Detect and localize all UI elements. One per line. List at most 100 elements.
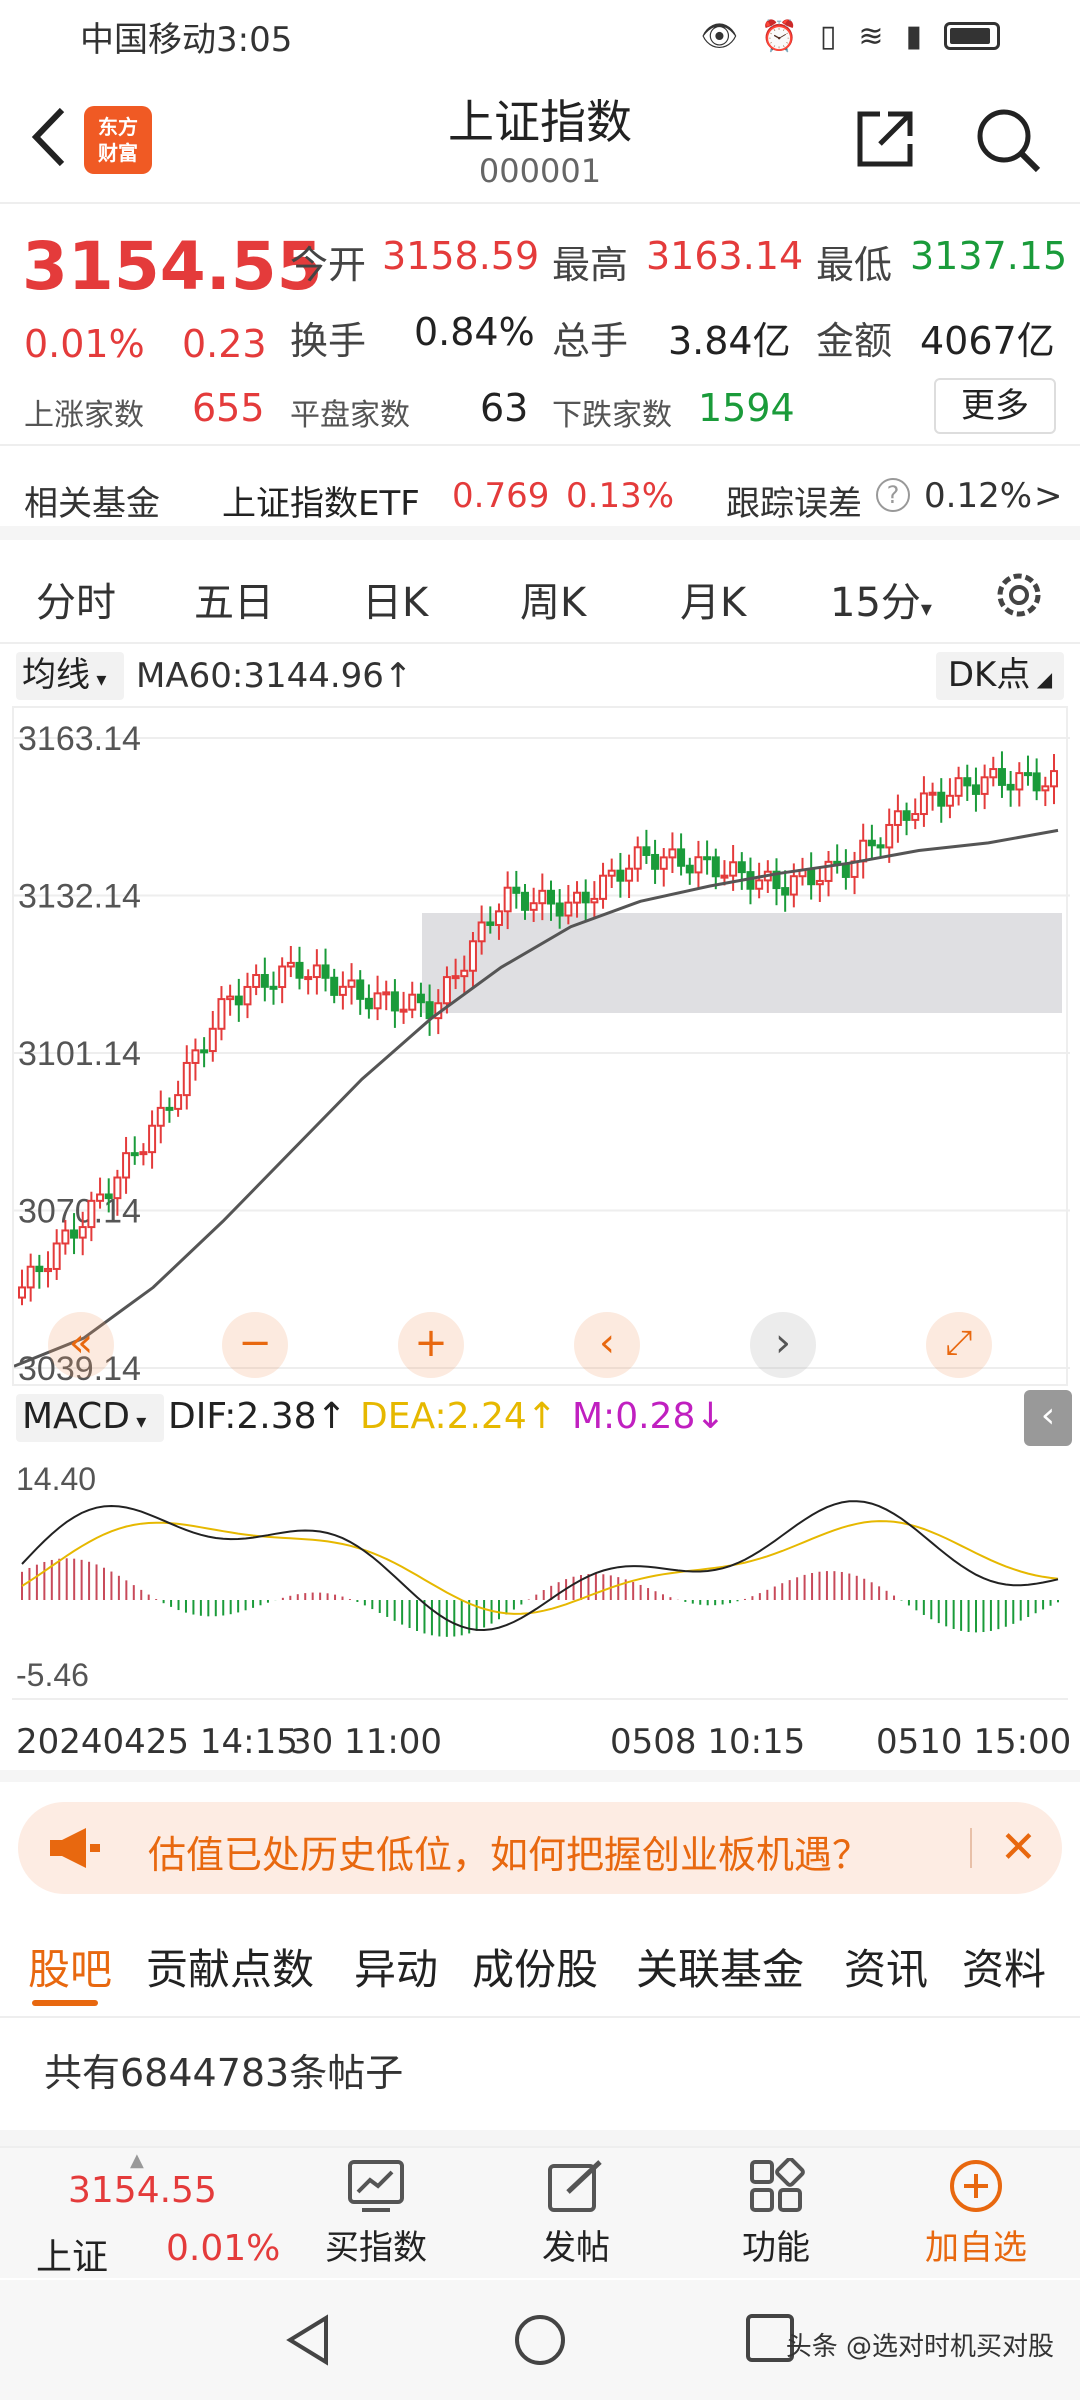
- wifi-icon: ≋: [858, 18, 884, 54]
- caret-down-icon: ▾: [129, 1409, 147, 1433]
- change-value: 0.23: [182, 322, 267, 366]
- tracking-error-label: 跟踪误差: [726, 484, 862, 524]
- y-tick-label: 3132.14: [18, 878, 141, 916]
- candle-body: [954, 777, 963, 797]
- dea-line: [21, 1520, 1059, 1615]
- candle-body: [390, 991, 399, 1012]
- buy-index-label: 买指数: [325, 2228, 427, 2268]
- vibrate-icon: ▯: [819, 18, 837, 54]
- candle-body: [347, 979, 356, 988]
- tab-monthly-k[interactable]: 月K: [680, 570, 746, 628]
- share-icon[interactable]: [852, 106, 918, 172]
- tab-news[interactable]: 资讯: [844, 1936, 928, 1997]
- macd-chart[interactable]: 14.40 -5.46: [12, 1450, 1068, 1700]
- collapse-panel-button[interactable]: ‹: [1024, 1390, 1072, 1446]
- plus-circle-icon: [950, 2160, 1002, 2212]
- tab-movement[interactable]: 异动: [354, 1936, 438, 1997]
- candle-body: [581, 891, 590, 904]
- fullscreen-button[interactable]: ⤢: [926, 1312, 992, 1378]
- tab-guba[interactable]: 股吧: [28, 1936, 112, 1997]
- functions-button[interactable]: 功能: [696, 2158, 856, 2269]
- candle-body: [633, 846, 642, 870]
- candle-body: [148, 1124, 157, 1154]
- tab-profile[interactable]: 资料: [962, 1936, 1046, 1997]
- zoom-out-button[interactable]: −: [222, 1312, 288, 1378]
- candle-body: [295, 961, 304, 979]
- status-carrier-time: 中国移动3:05: [80, 19, 293, 60]
- candle-body: [70, 1229, 79, 1239]
- grid-icon: [750, 2158, 805, 2212]
- candle-body: [720, 874, 729, 879]
- candle-body: [208, 1027, 217, 1053]
- rewind-button[interactable]: «: [48, 1312, 114, 1378]
- close-icon[interactable]: ✕: [1000, 1822, 1037, 1873]
- back-triangle-icon[interactable]: [282, 2312, 334, 2368]
- candle-body: [885, 823, 894, 849]
- tab-contribution[interactable]: 贡献点数: [146, 1936, 314, 1997]
- buy-index-button[interactable]: 买指数: [296, 2158, 456, 2269]
- candle-body: [711, 856, 720, 878]
- gear-icon[interactable]: [990, 566, 1048, 624]
- candle-body: [78, 1226, 87, 1239]
- open-value: 3158.59: [382, 234, 540, 278]
- caret-down-icon: ▾: [920, 597, 932, 622]
- candle-body: [130, 1152, 139, 1157]
- bottom-price: 3154.55: [68, 2170, 217, 2211]
- search-icon[interactable]: [972, 104, 1044, 176]
- low-label: 最低: [816, 243, 893, 287]
- candle-body: [468, 940, 477, 972]
- fund-price: 0.769: [452, 476, 550, 516]
- ma60-readout: MA60:3144.96↑: [136, 656, 413, 696]
- tab-five-day[interactable]: 五日: [194, 570, 274, 628]
- functions-label: 功能: [742, 2228, 810, 2268]
- open-label: 今开: [290, 243, 367, 287]
- related-fund-row[interactable]: 相关基金 上证指数ETF 0.769 0.13% 跟踪误差 ? 0.12% >: [0, 448, 1080, 540]
- tab-related-funds[interactable]: 关联基金: [636, 1936, 804, 1997]
- candle-body: [494, 910, 503, 926]
- candle-body: [555, 902, 564, 917]
- section-tabs: 股吧 贡献点数 异动 成份股 关联基金 资讯 资料: [0, 1908, 1080, 2018]
- candle-body: [416, 993, 425, 1004]
- candle-body: [963, 777, 972, 787]
- candle-body: [599, 874, 608, 900]
- indicator-select[interactable]: MACD ▾: [16, 1394, 164, 1442]
- signal-icon: ▮: [905, 18, 922, 54]
- flat-count-value: 63: [480, 386, 529, 430]
- tab-15min[interactable]: 15分▾: [830, 570, 932, 628]
- promo-banner[interactable]: 估值已处历史低位，如何把握创业板机遇？ ✕: [18, 1802, 1062, 1894]
- alarm-icon: ⏰: [760, 18, 798, 54]
- more-button[interactable]: 更多: [934, 378, 1056, 434]
- candle-body: [139, 1151, 148, 1156]
- candle-body: [278, 965, 287, 989]
- candle-body: [260, 974, 269, 988]
- tab-intraday[interactable]: 分时: [36, 570, 116, 628]
- ma-select[interactable]: 均线 ▾: [16, 652, 124, 700]
- amount-value: 4067亿: [920, 319, 1055, 363]
- post-button[interactable]: 发帖: [496, 2158, 656, 2269]
- candle-body: [1006, 783, 1015, 791]
- zoom-in-button[interactable]: +: [398, 1312, 464, 1378]
- add-watchlist-button[interactable]: 加自选: [896, 2158, 1056, 2269]
- kline-chart[interactable]: 3163.14 3132.14 3101.14 3070.14 3039.14 « − …: [12, 706, 1070, 1388]
- fund-label: 相关基金: [24, 484, 160, 524]
- candle-body: [607, 869, 616, 877]
- candle-body: [590, 897, 599, 904]
- volume-value: 3.84亿: [668, 319, 791, 363]
- kline-svg[interactable]: 3163.143132.143101.143070.143039.14: [14, 708, 1070, 1388]
- tab-weekly-k[interactable]: 周K: [520, 570, 586, 628]
- tab-daily-k[interactable]: 日K: [362, 570, 428, 628]
- macd-header: MACD ▾ DIF:2.38↑ DEA:2.24↑ M:0.28↓ ‹: [0, 1390, 1080, 1446]
- candle-body: [573, 891, 582, 904]
- help-icon[interactable]: ?: [876, 478, 910, 512]
- tab-constituents[interactable]: 成份股: [472, 1936, 598, 1997]
- candle-body: [859, 839, 868, 863]
- add-watchlist-label: 加自选: [925, 2228, 1027, 2268]
- caret-down-icon: ▾: [90, 667, 107, 691]
- scroll-right-button[interactable]: ›: [750, 1312, 816, 1378]
- candle-body: [304, 976, 313, 981]
- candle-body: [841, 863, 850, 878]
- scroll-left-button[interactable]: ‹: [574, 1312, 640, 1378]
- dk-point-button[interactable]: DK点 ◢: [936, 652, 1064, 700]
- candle-body: [503, 886, 512, 913]
- home-circle-icon[interactable]: [512, 2312, 568, 2368]
